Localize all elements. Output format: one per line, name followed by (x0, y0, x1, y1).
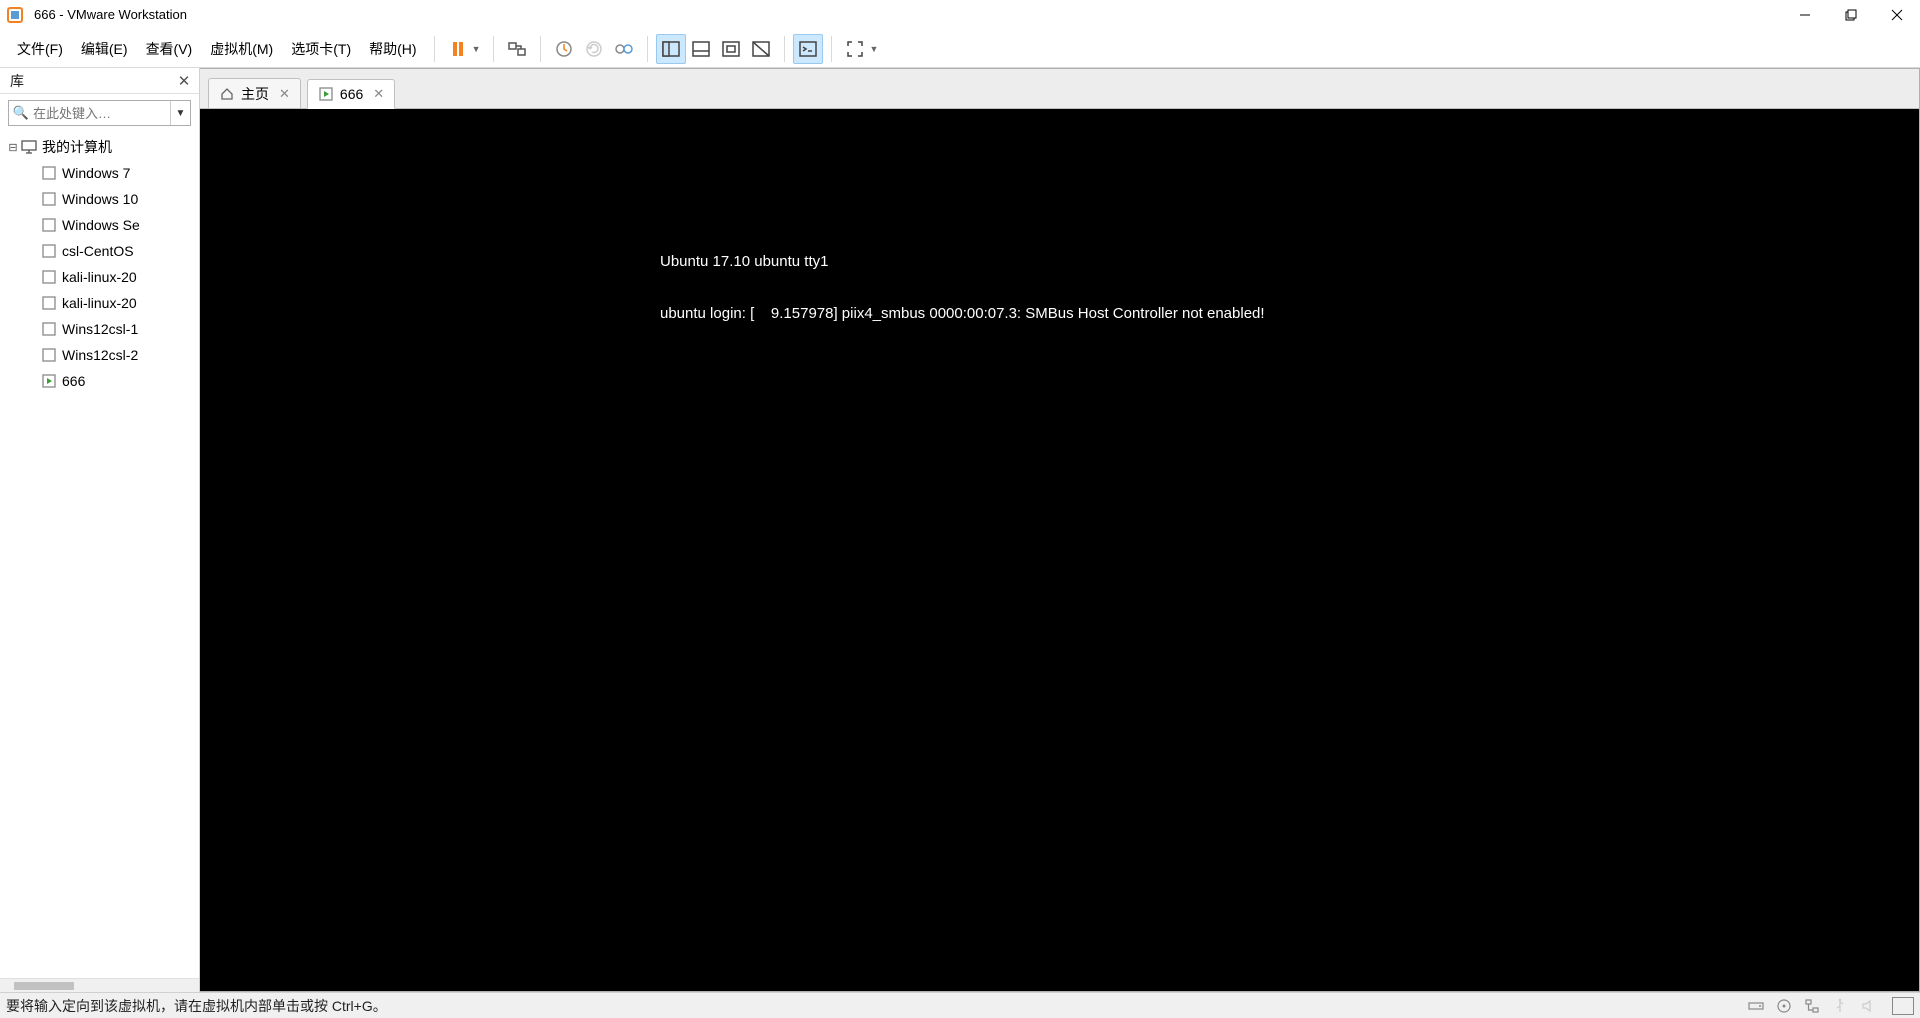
tree-root-mycomputer[interactable]: ⊟ 我的计算机 (0, 134, 199, 160)
collapse-icon[interactable]: ⊟ (6, 141, 20, 154)
vmware-app-icon (6, 6, 24, 24)
status-text: 要将输入定向到该虚拟机，请在虚拟机内部单击或按 Ctrl+G。 (6, 996, 387, 1016)
close-button[interactable] (1874, 0, 1920, 30)
search-icon: 🔍 (9, 105, 33, 121)
menu-help[interactable]: 帮助(H) (360, 33, 425, 65)
search-input[interactable] (33, 106, 170, 121)
vm-icon (40, 294, 58, 312)
menu-toolbar-row: 文件(F) 编辑(E) 查看(V) 虚拟机(M) 选项卡(T) 帮助(H) ▼ (0, 30, 1920, 68)
view-bottom-button[interactable] (686, 34, 716, 64)
terminal-line: Ubuntu 17.10 ubuntu tty1 (660, 253, 828, 270)
tree-item-label: kali-linux-20 (62, 269, 137, 285)
pause-button[interactable]: ▼ (443, 34, 486, 64)
tree-item[interactable]: csl-CentOS (0, 238, 199, 264)
chevron-down-icon: ▼ (472, 44, 481, 54)
library-tree: ⊟ 我的计算机 Windows 7 Windows 10 Windows Se … (0, 132, 199, 978)
tree-item[interactable]: Wins12csl-2 (0, 342, 199, 368)
tree-item[interactable]: kali-linux-20 (0, 264, 199, 290)
network-icon[interactable] (1802, 996, 1822, 1016)
menu-file[interactable]: 文件(F) (8, 33, 72, 65)
terminal-line: ubuntu login: [ 9.157978] piix4_smbus 00… (660, 305, 1265, 322)
view-fit-window-button[interactable] (716, 34, 746, 64)
tab-bar: 主页 ✕ 666 ✕ (200, 69, 1919, 109)
fullscreen-button[interactable]: ▼ (840, 34, 883, 64)
status-bar: 要将输入定向到该虚拟机，请在虚拟机内部单击或按 Ctrl+G。 (0, 992, 1920, 1018)
workspace: 库 ✕ 🔍 ▼ ⊟ 我的计算机 Windows 7 Windows 10 (0, 68, 1920, 992)
home-icon (219, 86, 235, 102)
close-icon[interactable]: ✕ (373, 86, 384, 102)
library-search[interactable]: 🔍 ▼ (8, 100, 191, 126)
content-area: 主页 ✕ 666 ✕ Ubuntu 17.10 ubuntu tty1 ubun… (200, 68, 1920, 992)
close-icon[interactable]: ✕ (175, 72, 193, 90)
tree-item[interactable]: Windows 7 (0, 160, 199, 186)
snapshot-revert-button[interactable] (579, 34, 609, 64)
menu-tabs[interactable]: 选项卡(T) (282, 33, 360, 65)
snapshot-take-button[interactable] (549, 34, 579, 64)
menu-view[interactable]: 查看(V) (137, 33, 202, 65)
maximize-button[interactable] (1828, 0, 1874, 30)
snapshot-manager-button[interactable] (609, 34, 639, 64)
window-controls (1782, 0, 1920, 30)
tree-item[interactable]: kali-linux-20 (0, 290, 199, 316)
vm-icon (40, 268, 58, 286)
view-fit-guest-button[interactable] (746, 34, 776, 64)
hdd-icon[interactable] (1746, 996, 1766, 1016)
tree-item-label: Wins12csl-2 (62, 347, 138, 363)
send-ctrl-alt-del-button[interactable] (502, 34, 532, 64)
library-panel: 库 ✕ 🔍 ▼ ⊟ 我的计算机 Windows 7 Windows 10 (0, 68, 200, 992)
usb-icon[interactable] (1830, 996, 1850, 1016)
monitor-icon (20, 138, 38, 156)
vm-running-icon (318, 86, 334, 102)
sound-icon[interactable] (1858, 996, 1878, 1016)
tree-item-active[interactable]: 666 (0, 368, 199, 394)
console-view-button[interactable] (793, 34, 823, 64)
vm-icon (40, 190, 58, 208)
menu-vm[interactable]: 虚拟机(M) (201, 33, 282, 65)
status-device-icons (1746, 996, 1914, 1016)
tab-label: 666 (340, 86, 363, 102)
window-title: 666 - VMware Workstation (34, 7, 187, 22)
tree-item-label: csl-CentOS (62, 243, 134, 259)
vm-icon (40, 242, 58, 260)
tab-active-vm[interactable]: 666 ✕ (307, 79, 395, 109)
vm-icon (40, 216, 58, 234)
vm-running-icon (40, 372, 58, 390)
menu-edit[interactable]: 编辑(E) (72, 33, 137, 65)
tree-item-label: Wins12csl-1 (62, 321, 138, 337)
close-icon[interactable]: ✕ (279, 86, 290, 102)
chevron-down-icon: ▼ (869, 44, 878, 54)
tree-item-label: Windows Se (62, 217, 140, 233)
cd-icon[interactable] (1774, 996, 1794, 1016)
tab-label: 主页 (241, 84, 269, 104)
minimize-button[interactable] (1782, 0, 1828, 30)
tree-item-label: Windows 7 (62, 165, 130, 181)
vm-icon (40, 164, 58, 182)
tree-item[interactable]: Windows 10 (0, 186, 199, 212)
library-title: 库 (10, 71, 24, 91)
tree-item[interactable]: Windows Se (0, 212, 199, 238)
vm-console[interactable]: Ubuntu 17.10 ubuntu tty1 ubuntu login: [… (200, 109, 1919, 991)
titlebar: 666 - VMware Workstation (0, 0, 1920, 30)
vm-icon (40, 346, 58, 364)
library-header: 库 ✕ (0, 68, 199, 94)
library-scrollbar[interactable] (0, 978, 199, 992)
tab-home[interactable]: 主页 ✕ (208, 78, 301, 108)
status-end-icon[interactable] (1892, 997, 1914, 1015)
view-sidebar-button[interactable] (656, 34, 686, 64)
chevron-down-icon[interactable]: ▼ (170, 101, 190, 125)
tree-item-label: 666 (62, 373, 85, 389)
tree-item-label: kali-linux-20 (62, 295, 137, 311)
vm-icon (40, 320, 58, 338)
tree-root-label: 我的计算机 (42, 137, 112, 157)
tree-item-label: Windows 10 (62, 191, 138, 207)
tree-item[interactable]: Wins12csl-1 (0, 316, 199, 342)
